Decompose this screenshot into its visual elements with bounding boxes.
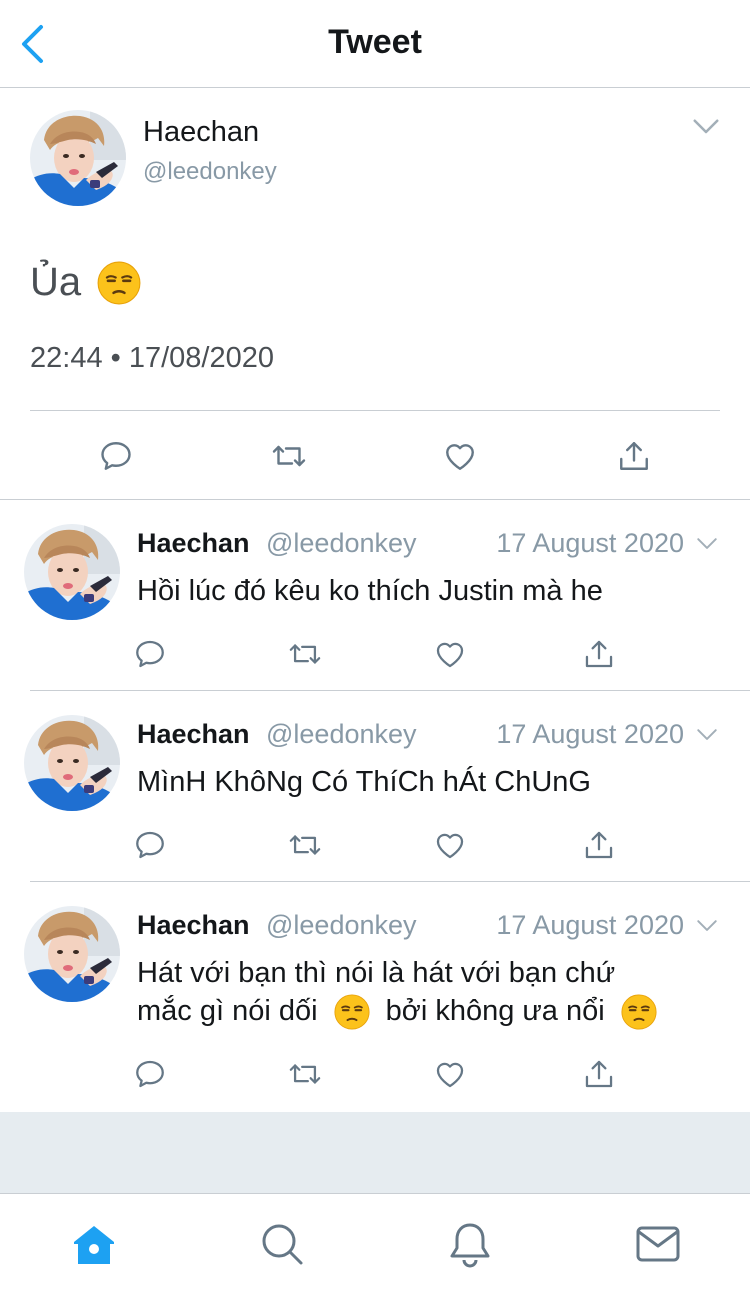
tab-notifications[interactable] [444,1218,496,1270]
share-icon [582,1057,616,1091]
reply-icon [133,1057,167,1091]
tweet-actions [0,634,750,674]
author-handle[interactable]: @leedonkey [266,719,417,750]
reply-button[interactable] [94,434,138,478]
like-icon [433,637,467,671]
tweet-text: Hát với bạn thì nói là hát với bạn chứ m… [137,954,727,1030]
main-tweet: Haechan @leedonkey Ủa 22:44 • 17/08/2020 [0,88,750,500]
tweet-text-content: Ủa [30,260,82,304]
tweet-actions [0,1054,750,1094]
avatar[interactable] [24,715,120,811]
reply-tweet[interactable]: Haechan @leedonkey 17 August 2020 Hát vớ… [0,882,750,1112]
reply-button[interactable] [130,634,170,674]
tweet-options-button[interactable] [693,914,721,938]
reply-tweet[interactable]: Haechan @leedonkey 17 August 2020 Hồi lú… [0,500,750,691]
retweet-icon [286,1057,324,1091]
tab-messages[interactable] [632,1218,684,1270]
empty-feed-area [0,1112,750,1194]
retweet-icon [286,637,324,671]
top-nav-bar: Tweet [0,0,750,88]
chevron-down-icon [693,723,721,747]
retweet-icon [269,438,309,474]
unamused-face-icon [97,261,141,305]
share-button[interactable] [579,1054,619,1094]
tweet-actions [0,434,750,478]
reply-icon [98,438,134,474]
like-icon [433,1057,467,1091]
chevron-down-icon [688,112,724,142]
avatar[interactable] [24,524,120,620]
bottom-tab-bar [0,1193,750,1293]
author-handle[interactable]: @leedonkey [266,528,417,559]
author-handle[interactable]: @leedonkey [266,910,417,941]
avatar[interactable] [24,906,120,1002]
author-name[interactable]: Haechan [137,910,250,941]
tweet-options-button[interactable] [693,723,721,747]
reply-icon [133,637,167,671]
like-button[interactable] [430,825,470,865]
tweet-date: 17 August 2020 [496,910,684,940]
reply-icon [133,828,167,862]
home-icon [74,1226,114,1264]
like-button[interactable] [430,634,470,674]
tweet-text: Hồi lúc đó kêu ko thích Justin mà he [137,575,603,607]
author-name[interactable]: Haechan [137,528,250,559]
reply-tweet[interactable]: Haechan @leedonkey 17 August 2020 MìnH K… [0,691,750,882]
divider [30,410,720,411]
tweet-actions [0,825,750,865]
reply-button[interactable] [130,1054,170,1094]
like-icon [433,828,467,862]
retweet-button[interactable] [285,825,325,865]
author-handle[interactable]: @leedonkey [143,158,277,186]
notifications-icon [450,1223,490,1268]
tweet-options-button[interactable] [693,532,721,556]
tweet-text-fragment: bởi không ưa nổi [385,995,605,1027]
tweet-text-line: mắc gì nói dối bởi không ưa nổi [137,992,727,1030]
tab-search[interactable] [256,1218,308,1270]
share-button[interactable] [612,434,656,478]
like-button[interactable] [438,434,482,478]
retweet-button[interactable] [285,634,325,674]
like-button[interactable] [430,1054,470,1094]
share-button[interactable] [579,634,619,674]
search-icon [262,1224,303,1265]
tweet-text: Ủa [30,260,141,305]
messages-icon [636,1226,680,1262]
share-button[interactable] [579,825,619,865]
chevron-down-icon [693,914,721,938]
share-icon [582,637,616,671]
retweet-button[interactable] [285,1054,325,1094]
tweet-text-line: Hát với bạn thì nói là hát với bạn chứ [137,957,616,989]
author-name[interactable]: Haechan [137,719,250,750]
tweet-date: 17 August 2020 [496,719,684,749]
author-name[interactable]: Haechan [143,116,259,149]
like-icon [442,438,478,474]
tab-home[interactable] [68,1218,120,1270]
avatar[interactable] [30,110,126,206]
retweet-button[interactable] [267,434,311,478]
tweet-timestamp: 22:44 • 17/08/2020 [30,342,274,374]
tweet-text-fragment: mắc gì nói dối [137,995,318,1027]
tweet-text: MìnH KhôNg Có ThíCh hÁt ChUnG [137,766,591,798]
reply-button[interactable] [130,825,170,865]
tweet-options-button[interactable] [688,112,724,142]
retweet-icon [286,828,324,862]
unamused-face-icon [621,994,657,1030]
page-title: Tweet [328,23,422,61]
share-icon [616,438,652,474]
tweet-date: 17 August 2020 [496,528,684,558]
share-icon [582,828,616,862]
chevron-down-icon [693,532,721,556]
unamused-face-icon [334,994,370,1030]
